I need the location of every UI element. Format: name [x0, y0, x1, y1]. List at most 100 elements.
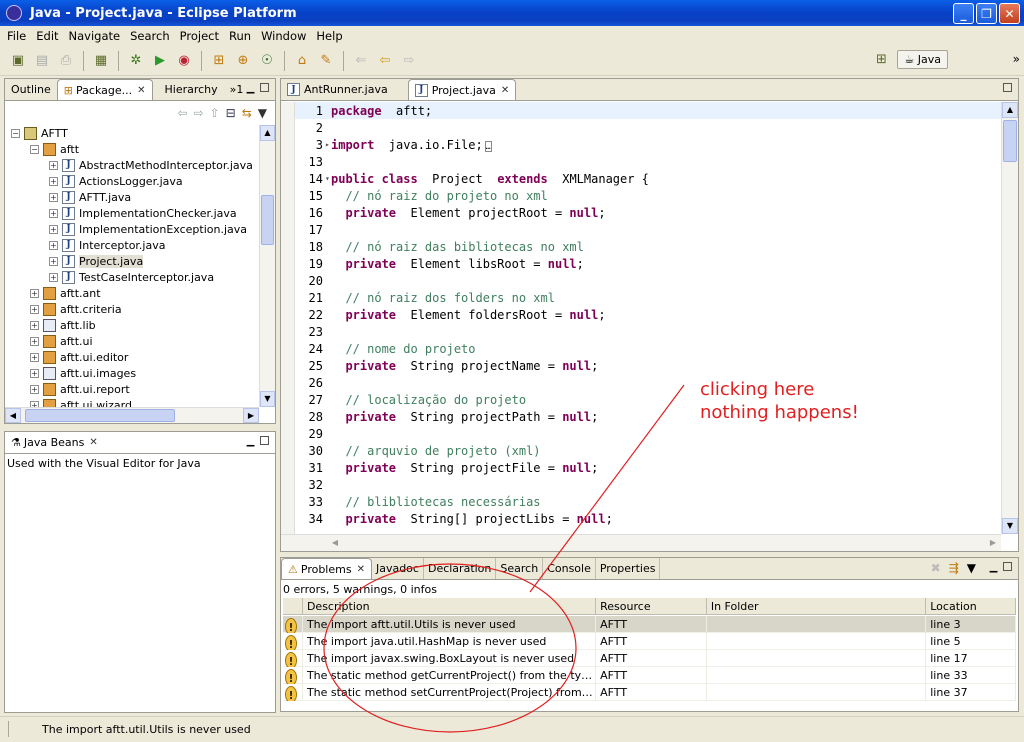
tree-item[interactable]: + aftt.ui.report [5, 381, 259, 397]
maximize-view-icon[interactable] [260, 83, 269, 92]
maximize-button[interactable]: ❐ [976, 3, 997, 24]
table-row[interactable]: ! The static method setCurrentProject(Pro… [283, 684, 1016, 701]
tree-item[interactable]: + aftt.lib [5, 317, 259, 333]
tree-item[interactable]: − AFTT [5, 125, 259, 141]
code-line[interactable]: 23 [295, 323, 1001, 340]
code-line[interactable]: 27 // localização do projeto [295, 391, 1001, 408]
code-line[interactable]: 31 private String projectFile = null; [295, 459, 1001, 476]
menu-help[interactable]: Help [311, 29, 347, 43]
column-header[interactable]: In Folder [707, 598, 927, 615]
table-row[interactable]: ! The import aftt.util.Utils is never use… [283, 616, 1016, 633]
filter-icon[interactable]: ⇶ [949, 561, 959, 575]
tree-item[interactable]: + aftt.ui.editor [5, 349, 259, 365]
up-icon[interactable]: ⇧ [210, 106, 220, 120]
back-icon[interactable]: ⇦ [376, 52, 394, 70]
code-line[interactable]: 28 private String projectPath = null; [295, 408, 1001, 425]
tree-item[interactable]: + aftt.ui.images [5, 365, 259, 381]
code-line[interactable]: 20 [295, 272, 1001, 289]
run-icon[interactable]: ▶ [151, 52, 169, 70]
collapse-all-icon[interactable]: ⊟ [226, 106, 236, 120]
code-line[interactable]: 34 private String[] projectLibs = null; [295, 510, 1001, 527]
expand-icon[interactable]: + [49, 176, 58, 186]
close-button[interactable]: ✕ [999, 3, 1020, 24]
tree-horizontal-scrollbar[interactable]: ◀ ▶ [5, 407, 259, 423]
code-line[interactable]: 1 package aftt; [295, 102, 1001, 119]
tree-item[interactable]: + aftt.ui.wizard [5, 397, 259, 407]
menu-file[interactable]: File [2, 29, 31, 43]
close-tab-icon[interactable]: ✕ [137, 85, 145, 96]
tree-item[interactable]: + J ActionsLogger.java [5, 173, 259, 189]
code-line[interactable]: 30 // arquvio de projeto (xml) [295, 442, 1001, 459]
code-line[interactable]: 3 ▸ import java.io.File;… [295, 136, 1001, 153]
link-editor-icon[interactable]: ⇆ [242, 106, 252, 120]
build-icon[interactable]: ▦ [92, 52, 110, 70]
editor-gutter[interactable] [281, 102, 295, 534]
table-row[interactable]: ! The import java.util.HashMap is never u… [283, 633, 1016, 650]
new-wizard-icon[interactable]: ☉ [258, 52, 276, 70]
new-icon[interactable]: ▣ [9, 52, 27, 70]
menu-project[interactable]: Project [175, 29, 224, 43]
forward-icon[interactable]: ⇨ [194, 106, 204, 120]
tab-problems[interactable]: ⚠ Problems ✕ [281, 558, 372, 579]
code-line[interactable]: 22 private Element foldersRoot = null; [295, 306, 1001, 323]
expand-icon[interactable]: + [30, 288, 39, 298]
code-line[interactable]: 26 [295, 374, 1001, 391]
tab-properties[interactable]: Properties [596, 558, 661, 579]
expand-icon[interactable]: + [30, 304, 39, 314]
menu-edit[interactable]: Edit [31, 29, 63, 43]
tree-item[interactable]: + J AbstractMethodInterceptor.java [5, 157, 259, 173]
menu-navigate[interactable]: Navigate [64, 29, 126, 43]
tree-item[interactable]: + J ImplementationChecker.java [5, 205, 259, 221]
tab-outline[interactable]: Outline [5, 79, 57, 100]
menu-search[interactable]: Search [125, 29, 175, 43]
table-row[interactable]: ! The import javax.swing.BoxLayout is nev… [283, 650, 1016, 667]
debug-icon[interactable]: ✲ [127, 52, 145, 70]
close-tab-icon[interactable]: ✕ [357, 564, 365, 575]
tree-item[interactable]: + J AFTT.java [5, 189, 259, 205]
code-line[interactable]: 21 // nó raiz dos folders no xml [295, 289, 1001, 306]
column-header[interactable]: Location [926, 598, 1016, 615]
minimize-view-icon[interactable]: ▁ [245, 83, 256, 94]
open-type-icon[interactable]: ⌂ [293, 52, 311, 70]
collapse-icon[interactable]: − [11, 128, 20, 138]
tree-item[interactable]: + J TestCaseInterceptor.java [5, 269, 259, 285]
search-icon[interactable]: ✎ [317, 52, 335, 70]
expand-icon[interactable]: + [49, 224, 58, 234]
tab-javadoc[interactable]: Javadoc [372, 558, 424, 579]
expand-icon[interactable]: + [30, 368, 39, 378]
save-icon[interactable]: ▤ [33, 52, 51, 70]
java-perspective-button[interactable]: ☕ Java [897, 50, 948, 69]
tab-project-java[interactable]: J Project.java ✕ [407, 79, 517, 100]
code-line[interactable]: 2 [295, 119, 1001, 136]
table-row[interactable]: ! The static method getCurrentProject() f… [283, 667, 1016, 684]
expand-icon[interactable]: + [49, 208, 58, 218]
expand-icon[interactable]: + [49, 256, 58, 266]
code-line[interactable]: 29 [295, 425, 1001, 442]
tab-package-explorer[interactable]: ⊞ Package... ✕ [56, 79, 153, 100]
column-header[interactable]: Description [303, 598, 597, 615]
open-perspective-icon[interactable]: ⊞ [872, 51, 890, 69]
new-package-icon[interactable]: ⊞ [210, 52, 228, 70]
tree-item[interactable]: − aftt [5, 141, 259, 157]
expand-icon[interactable]: + [49, 192, 58, 202]
close-tab-icon[interactable]: ✕ [89, 437, 97, 448]
expand-icon[interactable]: + [30, 352, 39, 362]
code-line[interactable]: 33 // blibliotecas necessárias [295, 493, 1001, 510]
forward-icon[interactable]: ⇨ [400, 52, 418, 70]
remove-icon[interactable]: ✖ [931, 561, 941, 575]
tree-item[interactable]: + aftt.ui [5, 333, 259, 349]
tab-hierarchy[interactable]: Hierarchy [159, 79, 224, 100]
menu-window[interactable]: Window [256, 29, 311, 43]
code-line[interactable]: 14 ▾ public class Project extends XMLManag… [295, 170, 1001, 187]
tree-vertical-scrollbar[interactable]: ▲ ▼ [259, 125, 275, 407]
code-line[interactable]: 13 [295, 153, 1001, 170]
expand-icon[interactable]: + [30, 336, 39, 346]
external-tools-icon[interactable]: ◉ [175, 52, 193, 70]
menu-run[interactable]: Run [224, 29, 256, 43]
chevron-icon[interactable]: » [1013, 52, 1020, 66]
tree-item[interactable]: + aftt.ant [5, 285, 259, 301]
tab-declaration[interactable]: Declaration [424, 558, 497, 579]
code-line[interactable]: 19 private Element libsRoot = null; [295, 255, 1001, 272]
view-menu-icon[interactable]: ▼ [967, 561, 976, 575]
code-line[interactable]: 15 // nó raiz do projeto no xml [295, 187, 1001, 204]
